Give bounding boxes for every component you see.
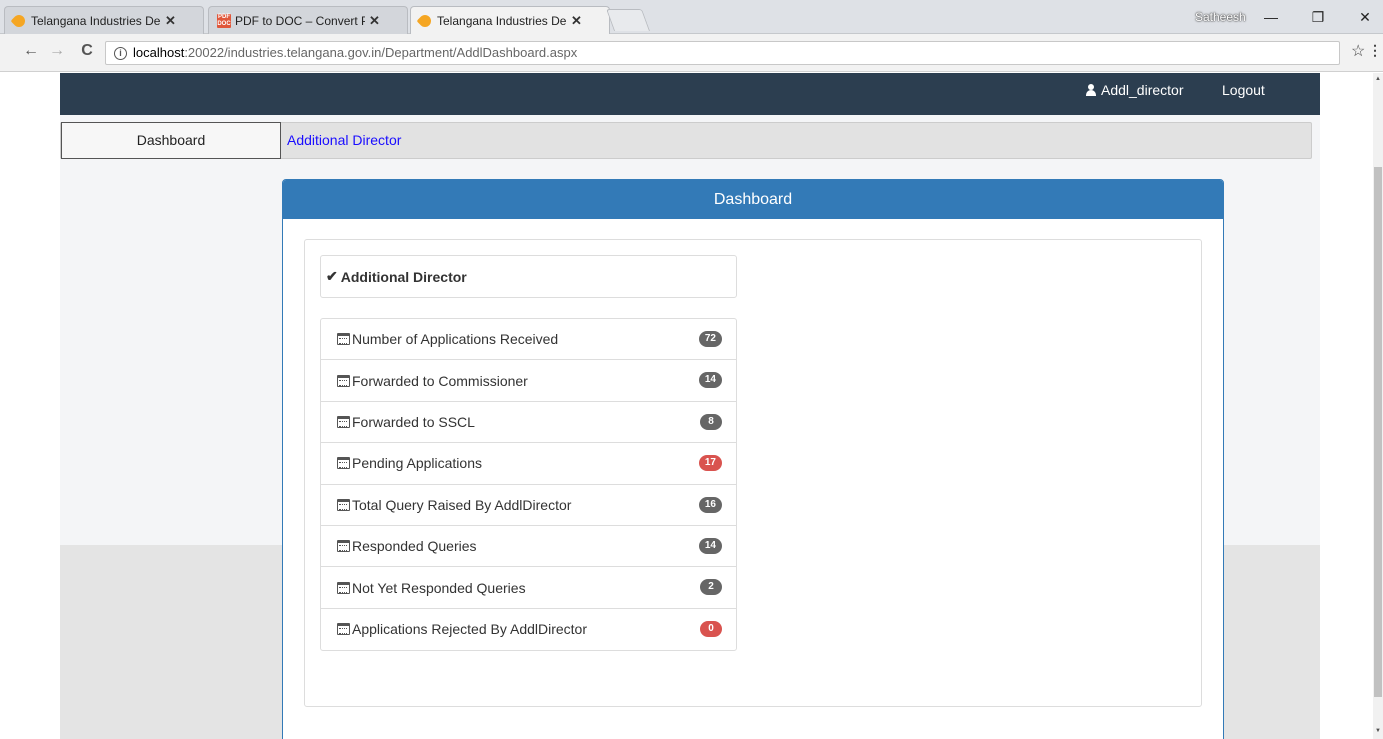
calendar-icon [337, 498, 350, 511]
list-item-label: Responded Queries [352, 538, 477, 555]
list-item[interactable]: Total Query Raised By AddlDirector 16 [321, 485, 736, 526]
list-item[interactable]: Not Yet Responded Queries 2 [321, 567, 736, 609]
menu-dashboard-button[interactable]: Dashboard [61, 122, 281, 159]
list-item-label: Total Query Raised By AddlDirector [352, 496, 572, 513]
list-header-label: Additional Director [340, 268, 467, 285]
calendar-icon [337, 415, 350, 428]
browser-tabstrip: Telangana Industries Dep ✕ PDF DOC PDF to… [0, 0, 1383, 34]
list-item[interactable]: Applications Rejected By AddlDirector 0 [321, 609, 736, 650]
url-path: :20022/industries.telangana.gov.in/Depar… [184, 45, 578, 60]
browser-tab-title: PDF to DOC – Convert PD [235, 13, 365, 28]
flame-icon [10, 12, 28, 30]
stats-list: Number of Applications Received 72 Forward… [320, 318, 737, 652]
list-item[interactable]: Responded Queries 14 [321, 526, 736, 568]
list-item-label: Not Yet Responded Queries [352, 579, 526, 596]
count-badge: 72 [698, 331, 722, 347]
reload-icon[interactable]: C [76, 42, 98, 60]
count-badge: 2 [700, 579, 722, 596]
browser-tab-2[interactable]: PDF DOC PDF to DOC – Convert PD ✕ [208, 6, 408, 34]
minimize-icon[interactable]: — [1256, 6, 1286, 28]
browser-toolbar: ← → C i localhost:20022/industries.telan… [0, 34, 1383, 72]
list-item-label: Forwarded to SSCL [352, 413, 475, 430]
page-viewport: Addl_director Logout Dashboard Additiona… [0, 73, 1373, 739]
logout-link[interactable]: Logout [1222, 82, 1265, 98]
forward-arrow-icon[interactable]: → [46, 42, 68, 60]
list-group-header: ✔ Additional Director [320, 255, 737, 298]
dashboard-inner-box: ✔ Additional Director Number of Applicat… [304, 239, 1202, 707]
list-item[interactable]: Forwarded to SSCL 8 [321, 402, 736, 444]
scroll-up-icon[interactable]: ▲ [1375, 76, 1381, 82]
count-badge: 17 [698, 455, 722, 472]
scroll-down-icon[interactable]: ▼ [1375, 728, 1381, 734]
list-item-label: Number of Applications Received [352, 331, 559, 348]
browser-tab-title: Telangana Industries Dep [31, 13, 161, 28]
calendar-icon [337, 623, 350, 636]
close-icon[interactable]: ✕ [571, 13, 582, 29]
calendar-icon [337, 457, 350, 470]
browser-menu-icon[interactable]: ⋮ [1368, 42, 1382, 59]
browser-tab-3[interactable]: Telangana Industries Dep ✕ [410, 6, 610, 34]
bookmark-star-icon[interactable]: ☆ [1351, 41, 1365, 61]
menu-additional-director-link[interactable]: Additional Director [287, 132, 401, 148]
user-icon [1085, 84, 1097, 96]
close-icon[interactable]: ✕ [165, 13, 176, 29]
pdf-icon: PDF DOC [217, 14, 231, 28]
list-item-label: Forwarded to Commissioner [352, 372, 528, 389]
user-menu-link[interactable]: Addl_director [1085, 82, 1184, 98]
dashboard-panel: Dashboard ✔ Additional Director Number o… [282, 179, 1224, 739]
panel-title: Dashboard [283, 180, 1223, 219]
list-item[interactable]: Pending Applications 17 [321, 443, 736, 485]
calendar-icon [337, 540, 350, 553]
count-badge: 14 [698, 372, 722, 389]
count-badge: 8 [700, 413, 722, 430]
os-user-name: Satheesh [1195, 10, 1246, 24]
user-name: Addl_director [1101, 82, 1184, 98]
window-close-icon[interactable]: ✕ [1350, 6, 1380, 28]
check-icon: ✔ [326, 268, 338, 284]
new-tab-button[interactable] [605, 9, 651, 31]
list-item-label: Pending Applications [352, 455, 482, 472]
address-bar[interactable]: i localhost:20022/industries.telangana.g… [105, 41, 1340, 65]
browser-tab-1[interactable]: Telangana Industries Dep ✕ [4, 6, 204, 34]
url-host: localhost [133, 45, 185, 60]
list-item[interactable]: Number of Applications Received 72 [321, 319, 736, 361]
list-item-label: Applications Rejected By AddlDirector [352, 621, 588, 638]
calendar-icon [337, 581, 350, 594]
calendar-icon [337, 333, 350, 346]
scroll-thumb[interactable] [1374, 167, 1382, 697]
close-icon[interactable]: ✕ [369, 13, 380, 29]
page-scrollbar[interactable]: ▲ ▼ [1373, 73, 1383, 739]
list-item[interactable]: Forwarded to Commissioner 14 [321, 360, 736, 402]
flame-icon [416, 12, 434, 30]
info-icon[interactable]: i [114, 46, 127, 60]
browser-tab-title: Telangana Industries Dep [437, 13, 567, 28]
back-arrow-icon[interactable]: ← [20, 42, 42, 60]
count-badge: 14 [698, 537, 722, 554]
count-badge: 16 [698, 496, 722, 513]
calendar-icon [337, 374, 350, 387]
restore-icon[interactable]: ❐ [1303, 6, 1333, 28]
count-badge: 0 [700, 620, 722, 637]
